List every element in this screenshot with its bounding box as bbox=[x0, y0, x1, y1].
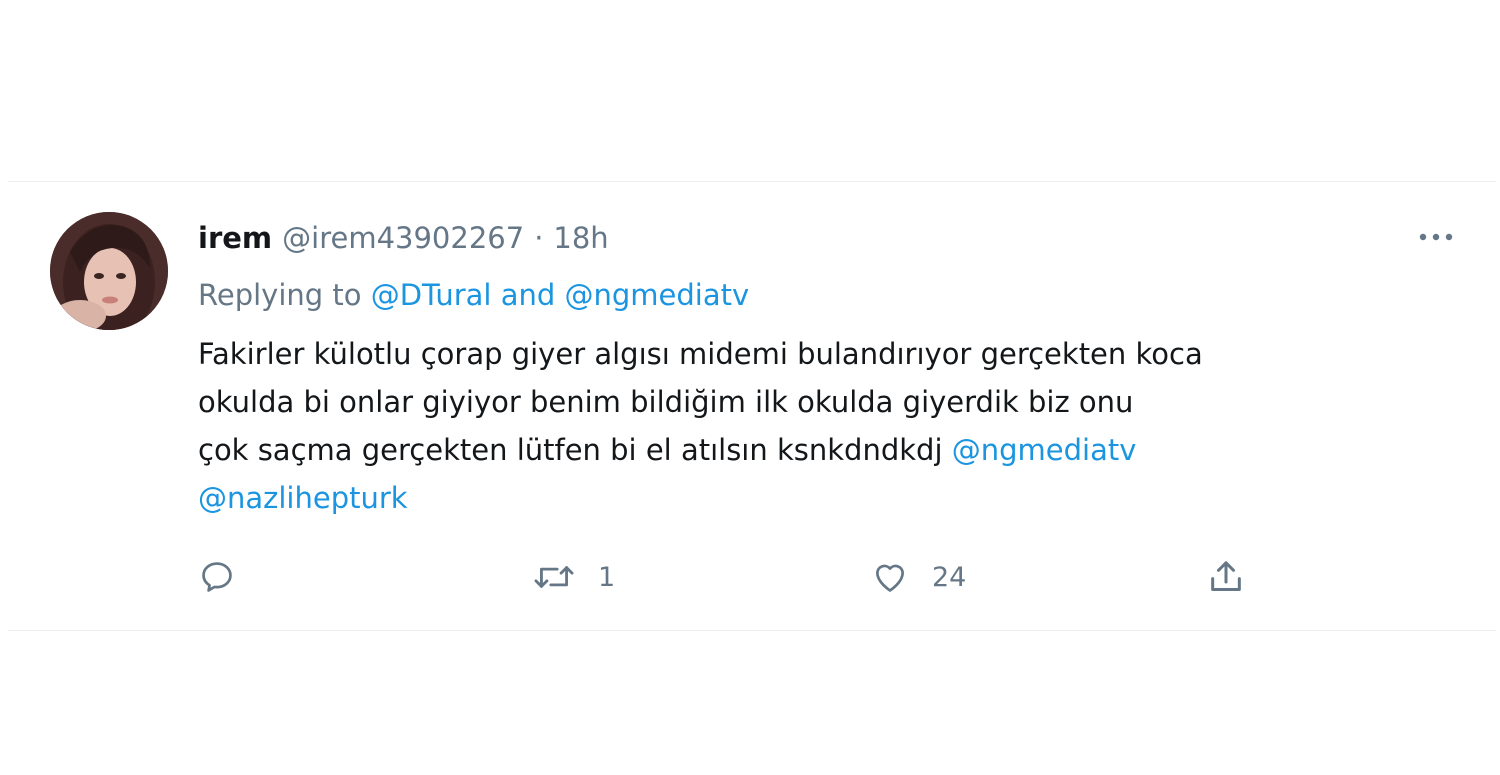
like-count: 24 bbox=[932, 561, 967, 593]
author-display-name[interactable]: irem bbox=[198, 218, 272, 258]
tweet-actions: 1 24 bbox=[198, 552, 1298, 602]
tweet-text-segment: okulda bi onlar giyiyor benim bildiğim i… bbox=[198, 385, 1134, 419]
header-separator: · bbox=[534, 221, 544, 255]
share-icon bbox=[1211, 561, 1241, 591]
reply-mention-ngmediatv[interactable]: @ngmediatv bbox=[565, 278, 750, 312]
tweet-card[interactable]: irem @irem43902267 · 18h Replying to @DT… bbox=[8, 181, 1496, 631]
reply-button[interactable] bbox=[198, 552, 236, 602]
tweet-text-line: çok saçma gerçekten lütfen bi el atılsın… bbox=[198, 426, 1468, 474]
retweet-count: 1 bbox=[598, 561, 616, 593]
tweet-timestamp[interactable]: 18h bbox=[553, 218, 608, 258]
body-mention-nazlihepturk[interactable]: @nazlihepturk bbox=[198, 481, 408, 515]
share-button[interactable] bbox=[1206, 552, 1246, 602]
retweet-icon bbox=[534, 566, 574, 588]
tweet-text-segment: çok saçma gerçekten lütfen bi el atılsın… bbox=[198, 433, 943, 467]
author-handle[interactable]: @irem43902267 bbox=[282, 218, 524, 258]
ellipsis-icon bbox=[1419, 233, 1453, 241]
reply-icon bbox=[202, 562, 232, 592]
like-button[interactable]: 24 bbox=[870, 552, 966, 602]
replying-to-label: Replying to bbox=[198, 278, 362, 312]
tweet-text-line: Fakirler külotlu çorap giyer algısı mide… bbox=[198, 330, 1468, 378]
page: irem @irem43902267 · 18h Replying to @DT… bbox=[0, 0, 1500, 775]
more-options-button[interactable] bbox=[1416, 224, 1456, 250]
replying-to-line: Replying to @DTural and @ngmediatv bbox=[198, 275, 749, 315]
heart-icon bbox=[875, 564, 905, 592]
body-mention-ngmediatv[interactable]: @ngmediatv bbox=[952, 433, 1137, 467]
retweet-button[interactable]: 1 bbox=[532, 552, 615, 602]
tweet-text-line: @nazlihepturk bbox=[198, 474, 1468, 522]
tweet-text-line: okulda bi onlar giyiyor benim bildiğim i… bbox=[198, 378, 1468, 426]
reply-mention-dtural[interactable]: @DTural bbox=[371, 278, 492, 312]
reply-mention-joiner[interactable]: and bbox=[501, 278, 556, 312]
avatar-photo-icon bbox=[50, 212, 168, 330]
tweet-body: Fakirler külotlu çorap giyer algısı mide… bbox=[198, 330, 1468, 522]
tweet-header: irem @irem43902267 · 18h bbox=[198, 218, 609, 258]
avatar[interactable] bbox=[50, 212, 168, 330]
tweet-text-segment: Fakirler külotlu çorap giyer algısı mide… bbox=[198, 337, 1203, 371]
